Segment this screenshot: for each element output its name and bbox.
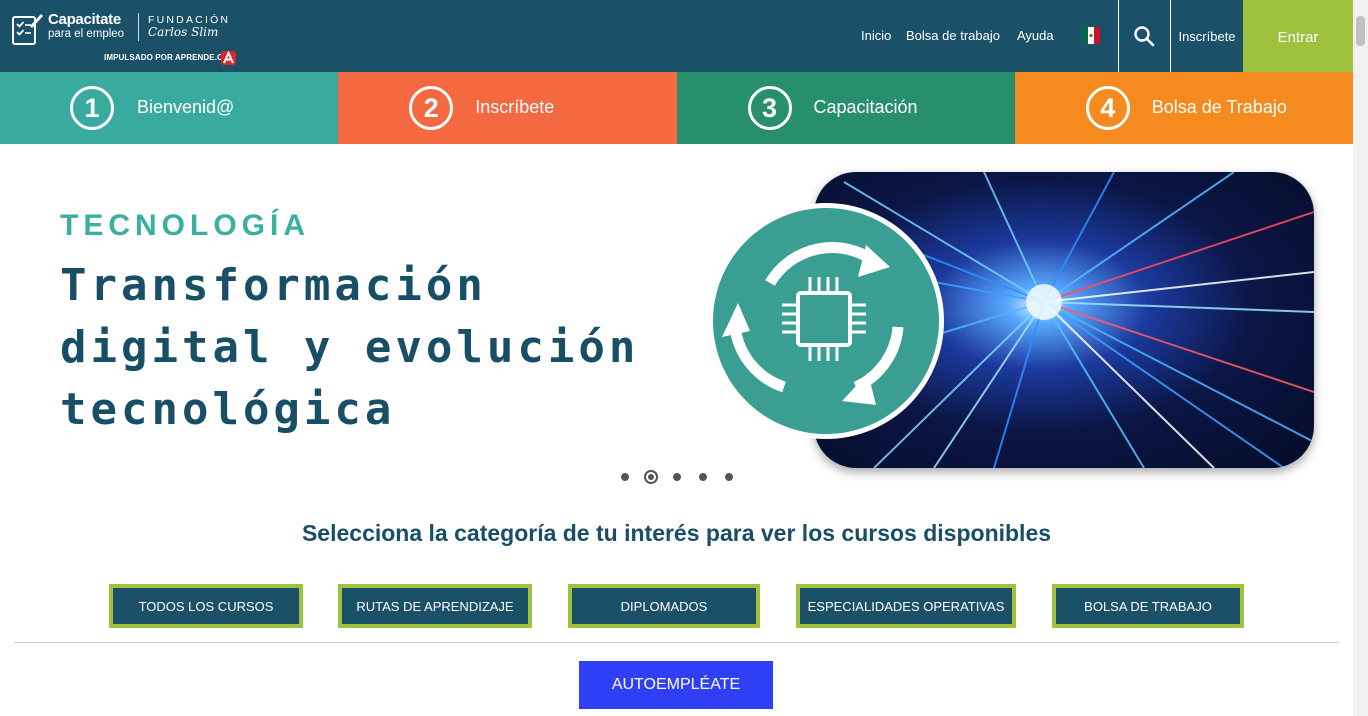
logo-title: Capacitate	[48, 11, 121, 28]
carousel-dot[interactable]	[621, 473, 629, 481]
checklist-logo-icon	[12, 14, 43, 45]
carousel-dot[interactable]	[673, 473, 681, 481]
step-label: Bolsa de Trabajo	[1151, 97, 1287, 117]
aprende-logo-icon	[221, 51, 236, 65]
mexico-flag-icon[interactable]	[1082, 27, 1100, 44]
powered-by-label: IMPULSADO POR APRENDE.ORG	[104, 53, 236, 62]
nav-bolsa-de-trabajo[interactable]: Bolsa de trabajo	[906, 28, 1000, 43]
top-header: Capacitate para el empleo FUNDACIÓN Carl…	[0, 0, 1353, 72]
logo-subtitle: para el empleo	[48, 28, 125, 40]
nav-ayuda[interactable]: Ayuda	[1017, 28, 1054, 43]
step-capacitacion[interactable]: 3 Capacitación	[676, 72, 1015, 144]
step-number-circle: 3	[747, 86, 792, 130]
hero-title-line: Transformación	[60, 260, 487, 311]
nav-inicio[interactable]: Inicio	[861, 28, 891, 43]
step-number-circle: 2	[409, 86, 454, 130]
carousel-dot[interactable]	[699, 473, 707, 481]
step-number-circle: 1	[70, 86, 114, 130]
hero-title: Transformación digital y evolución tecno…	[60, 255, 700, 441]
inscribete-link[interactable]: Inscríbete	[1171, 0, 1243, 72]
step-inscribete[interactable]: 2 Inscríbete	[338, 72, 677, 144]
entrar-button[interactable]: Entrar	[1243, 0, 1353, 72]
scrollbar-track[interactable]	[1353, 0, 1368, 716]
hero-category: TECNOLOGÍA	[60, 209, 310, 242]
header-divider	[1118, 0, 1119, 72]
category-diplomados-button[interactable]: DIPLOMADOS	[568, 584, 760, 628]
step-number-circle: 4	[1085, 86, 1130, 130]
category-todos-los-cursos-button[interactable]: TODOS LOS CURSOS	[109, 584, 303, 628]
step-label: Inscríbete	[475, 97, 555, 117]
search-icon[interactable]	[1133, 25, 1155, 47]
step-label: Bienvenid@	[137, 97, 235, 117]
carousel-dots	[0, 470, 1353, 484]
carousel-dot-active[interactable]	[644, 470, 658, 484]
hero-title-line: tecnológica	[60, 384, 396, 435]
digital-transformation-icon	[708, 203, 944, 439]
category-especialidades-operativas-button[interactable]: ESPECIALIDADES OPERATIVAS	[796, 584, 1016, 628]
section-divider	[14, 642, 1339, 643]
category-bolsa-de-trabajo-button[interactable]: BOLSA DE TRABAJO	[1052, 584, 1244, 628]
category-rutas-de-aprendizaje-button[interactable]: RUTAS DE APRENDIZAJE	[338, 584, 532, 628]
carousel-dot[interactable]	[725, 473, 733, 481]
foundation-name: Carlos Slim	[148, 25, 219, 39]
steps-bar: 1 Bienvenid@ 2 Inscríbete 3 Capacitación…	[0, 72, 1353, 144]
autoempleate-button[interactable]: AUTOEMPLÉATE	[579, 661, 773, 709]
step-label: Capacitación	[813, 97, 918, 117]
hero-title-line: digital y evolución	[60, 322, 640, 373]
step-bienvenido[interactable]: 1 Bienvenid@	[0, 72, 339, 144]
logo-separator	[138, 13, 139, 41]
categories-title: Selecciona la categoría de tu interés pa…	[301, 520, 1052, 546]
scrollbar-thumb[interactable]	[1356, 16, 1365, 46]
site-logo[interactable]: Capacitate para el empleo FUNDACIÓN Carl…	[12, 10, 242, 68]
step-bolsa-de-trabajo[interactable]: 4 Bolsa de Trabajo	[1014, 72, 1353, 144]
